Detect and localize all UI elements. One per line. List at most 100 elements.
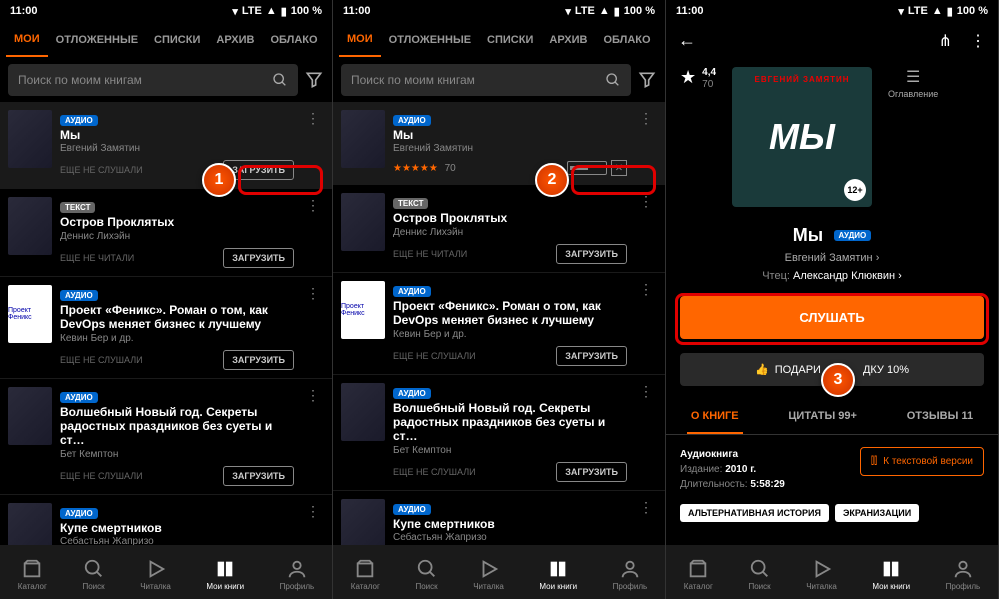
tab-archive[interactable]: АРХИВ — [208, 24, 262, 56]
download-button[interactable]: ЗАГРУЗИТЬ — [556, 346, 627, 366]
nav-reader[interactable]: Читалка — [473, 558, 504, 591]
nav-catalog[interactable]: Каталог — [351, 558, 380, 591]
book-cover: Проект Феникс — [8, 285, 52, 343]
audio-badge: АУДИО — [60, 508, 98, 519]
book-item[interactable]: АУДИО Волшебный Новый год. Секреты радос… — [333, 375, 665, 491]
nav-mybooks[interactable]: Мои книги — [539, 558, 577, 591]
nav-reader[interactable]: Читалка — [140, 558, 171, 591]
battery-icon: ▮ — [281, 5, 287, 18]
nav-search[interactable]: Поиск — [82, 558, 104, 591]
text-version-button[interactable]: ⫿⫿ К текстовой версии — [860, 447, 984, 476]
tab-postponed[interactable]: ОТЛОЖЕННЫЕ — [48, 24, 146, 56]
library-tabs: МОИ ОТЛОЖЕННЫЕ СПИСКИ АРХИВ ОБЛАКО — [333, 22, 665, 58]
detail-cover: ЕВГЕНИЙ ЗАМЯТИН МЫ 12+ — [732, 67, 872, 207]
battery-pct: 100 % — [624, 5, 655, 17]
nav-reader[interactable]: Читалка — [806, 558, 837, 591]
download-button[interactable]: ЗАГРУЗИТЬ — [223, 350, 294, 370]
search-icon — [272, 72, 288, 88]
book-cover — [8, 387, 52, 445]
rating-count: 70 — [702, 79, 716, 91]
book-status: ЕЩЕ НЕ СЛУШАЛИ — [60, 355, 143, 365]
screen-2: 11:00 ▾ LTE ▲ ▮ 100 % МОИ ОТЛОЖЕННЫЕ СПИ… — [333, 0, 666, 599]
filter-icon[interactable] — [304, 70, 324, 90]
book-item[interactable]: Проект Феникс АУДИО Проект «Феникс». Ром… — [333, 273, 665, 375]
more-icon[interactable]: ⋮ — [302, 285, 324, 370]
tab-my[interactable]: МОИ — [6, 23, 48, 57]
lte-label: LTE — [242, 5, 262, 17]
filter-icon[interactable] — [637, 70, 657, 90]
tab-cloud[interactable]: ОБЛАКО — [262, 24, 325, 56]
toc-button[interactable]: ☰ Оглавление — [888, 67, 938, 207]
book-title: Мы — [60, 128, 294, 142]
more-icon[interactable]: ⋮ — [635, 281, 657, 366]
detail-header: ← ⋔ ⋮ — [666, 22, 998, 59]
tag[interactable]: АЛЬТЕРНАТИВНАЯ ИСТОРИЯ — [680, 504, 829, 522]
audio-badge: АУДИО — [393, 388, 431, 399]
tab-about[interactable]: О КНИГЕ — [687, 400, 743, 434]
book-item[interactable]: Проект Феникс АУДИО Проект «Феникс». Ром… — [0, 277, 332, 379]
nav-profile[interactable]: Профиль — [280, 558, 315, 591]
audio-badge: АУДИО — [393, 504, 431, 515]
book-item[interactable]: ТЕКСТ Остров Проклятых Деннис Лихэйн ЕЩЕ… — [0, 189, 332, 276]
download-button[interactable]: ЗАГРУЗИТЬ — [556, 244, 627, 264]
tab-archive[interactable]: АРХИВ — [541, 24, 595, 56]
book-status: ЕЩЕ НЕ СЛУШАЛИ — [393, 351, 476, 361]
detail-tabs: О КНИГЕ ЦИТАТЫ 99+ ОТЗЫВЫ 11 — [666, 400, 998, 435]
download-button[interactable]: ЗАГРУЗИТЬ — [556, 462, 627, 482]
nav-mybooks[interactable]: Мои книги — [872, 558, 910, 591]
audio-badge: АУДИО — [393, 115, 431, 126]
nav-search[interactable]: Поиск — [415, 558, 437, 591]
audio-badge: АУДИО — [834, 230, 872, 241]
tab-lists[interactable]: СПИСКИ — [479, 24, 541, 56]
nav-profile[interactable]: Профиль — [613, 558, 648, 591]
back-icon[interactable]: ← — [678, 30, 696, 51]
more-icon[interactable]: ⋮ — [635, 383, 657, 482]
tab-cloud[interactable]: ОБЛАКО — [595, 24, 658, 56]
tab-my[interactable]: МОИ — [339, 23, 381, 57]
tag[interactable]: ЭКРАНИЗАЦИИ — [835, 504, 919, 522]
reader-row[interactable]: Чтец: Александр Клюквин › — [666, 270, 998, 282]
more-icon[interactable]: ⋮ — [302, 387, 324, 486]
tag-row: АЛЬТЕРНАТИВНАЯ ИСТОРИЯ ЭКРАНИЗАЦИИ — [666, 504, 998, 522]
marker-1: 1 — [202, 163, 236, 197]
book-title: Купе смертников — [60, 521, 294, 535]
status-bar: 11:00 ▾ LTE ▲ ▮ 100 % — [666, 0, 998, 22]
nav-mybooks[interactable]: Мои книги — [206, 558, 244, 591]
book-author: Деннис Лихэйн — [60, 231, 294, 242]
bottom-nav: Каталог Поиск Читалка Мои книги Профиль — [333, 545, 665, 599]
detail-author[interactable]: Евгений Замятин › — [666, 252, 998, 264]
search-input[interactable]: Поиск по моим книгам — [341, 64, 631, 96]
clock: 11:00 — [676, 5, 704, 17]
battery-icon: ▮ — [614, 5, 620, 18]
more-icon[interactable]: ⋮ — [302, 197, 324, 267]
library-tabs: МОИ ОТЛОЖЕННЫЕ СПИСКИ АРХИВ ОБЛАКО — [0, 22, 332, 58]
book-item[interactable]: ТЕКСТ Остров Проклятых Деннис Лихэйн ЕЩЕ… — [333, 185, 665, 272]
more-icon[interactable]: ⋮ — [635, 193, 657, 263]
status-bar: 11:00 ▾ LTE ▲ ▮ 100 % — [333, 0, 665, 22]
tab-reviews[interactable]: ОТЗЫВЫ 11 — [903, 400, 977, 434]
download-button[interactable]: ЗАГРУЗИТЬ — [223, 248, 294, 268]
marker-3: 3 — [821, 363, 855, 397]
nav-catalog[interactable]: Каталог — [18, 558, 47, 591]
screen-3: 11:00 ▾ LTE ▲ ▮ 100 % ← ⋔ ⋮ ★ 4,4 70 ЕВГ… — [666, 0, 999, 599]
book-item[interactable]: АУДИО Волшебный Новый год. Секреты радос… — [0, 379, 332, 495]
book-author: Евгений Замятин — [60, 143, 294, 154]
nav-search[interactable]: Поиск — [748, 558, 770, 591]
tab-quotes[interactable]: ЦИТАТЫ 99+ — [784, 400, 861, 434]
tab-postponed[interactable]: ОТЛОЖЕННЫЕ — [381, 24, 479, 56]
status-bar: 11:00 ▾ LTE ▲ ▮ 100 % — [0, 0, 332, 22]
nav-profile[interactable]: Профиль — [946, 558, 981, 591]
star-icon: ★ — [680, 67, 696, 91]
book-status: ЕЩЕ НЕ СЛУШАЛИ — [60, 471, 143, 481]
search-input[interactable]: Поиск по моим книгам — [8, 64, 298, 96]
tab-lists[interactable]: СПИСКИ — [146, 24, 208, 56]
rating-value: 4,4 — [702, 67, 716, 79]
download-button[interactable]: ЗАГРУЗИТЬ — [223, 466, 294, 486]
share-icon[interactable]: ⋔ — [939, 31, 952, 51]
book-status: ЕЩЕ НЕ ЧИТАЛИ — [60, 253, 134, 263]
text-badge: ТЕКСТ — [60, 202, 95, 213]
audio-badge: АУДИО — [60, 115, 98, 126]
nav-catalog[interactable]: Каталог — [684, 558, 713, 591]
more-icon[interactable]: ⋮ — [970, 31, 986, 51]
lte-label: LTE — [575, 5, 595, 17]
